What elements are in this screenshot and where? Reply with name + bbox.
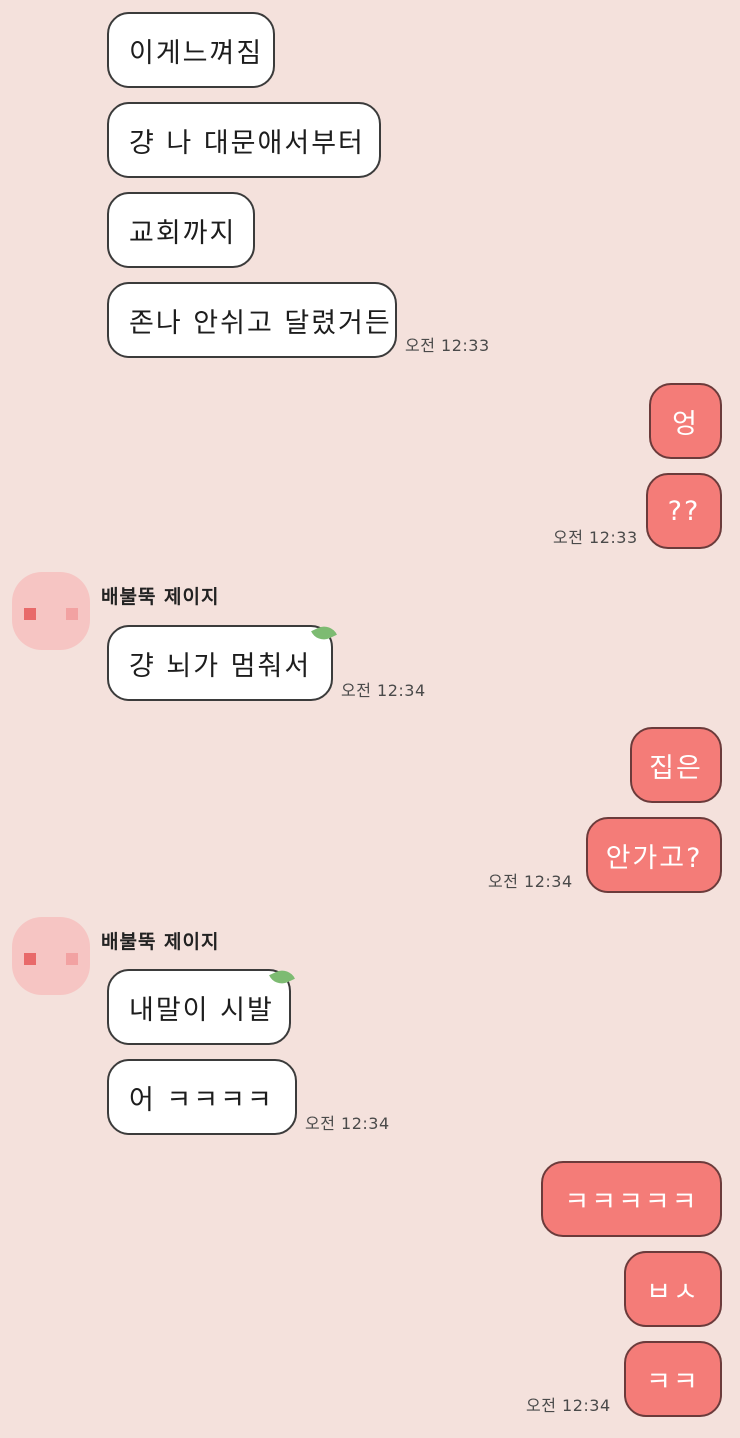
message-bubble[interactable]: 안가고? bbox=[586, 817, 722, 893]
message-bubble[interactable]: 내말이 시발 bbox=[107, 969, 291, 1045]
message-bubble[interactable]: 엉 bbox=[649, 383, 722, 459]
sender-name: 배불뚝 제이지 bbox=[101, 586, 220, 608]
message-bubble[interactable]: 이게느껴짐 bbox=[107, 12, 275, 88]
timestamp: 오전 12:34 bbox=[526, 1396, 611, 1415]
sender-name: 배불뚝 제이지 bbox=[101, 931, 220, 953]
timestamp: 오전 12:34 bbox=[305, 1114, 390, 1133]
avatar-pixel bbox=[24, 953, 36, 965]
message-bubble[interactable]: ㅂㅅ bbox=[624, 1251, 722, 1327]
timestamp: 오전 12:33 bbox=[553, 528, 638, 547]
chat-area[interactable]: 이게느껴짐 걍 나 대문애서부터 교회까지 존나 안쉬고 달렸거든 오전 12:… bbox=[0, 0, 740, 1438]
timestamp: 오전 12:34 bbox=[488, 872, 573, 891]
message-bubble[interactable]: 존나 안쉬고 달렸거든 bbox=[107, 282, 397, 358]
avatar-pixel bbox=[66, 953, 78, 965]
message-bubble[interactable]: 어 ㅋㅋㅋㅋ bbox=[107, 1059, 297, 1135]
message-bubble[interactable]: ㅋㅋㅋㅋㅋ bbox=[541, 1161, 722, 1237]
avatar[interactable] bbox=[12, 572, 90, 650]
message-bubble[interactable]: 집은 bbox=[630, 727, 722, 803]
message-bubble[interactable]: ?? bbox=[646, 473, 722, 549]
avatar[interactable] bbox=[12, 917, 90, 995]
message-bubble[interactable]: 걍 뇌가 멈춰서 bbox=[107, 625, 333, 701]
message-bubble[interactable]: 걍 나 대문애서부터 bbox=[107, 102, 381, 178]
message-bubble[interactable]: 교회까지 bbox=[107, 192, 255, 268]
timestamp: 오전 12:34 bbox=[341, 681, 426, 700]
message-bubble[interactable]: ㅋㅋ bbox=[624, 1341, 722, 1417]
avatar-pixel bbox=[24, 608, 36, 620]
timestamp: 오전 12:33 bbox=[405, 336, 490, 355]
avatar-pixel bbox=[66, 608, 78, 620]
